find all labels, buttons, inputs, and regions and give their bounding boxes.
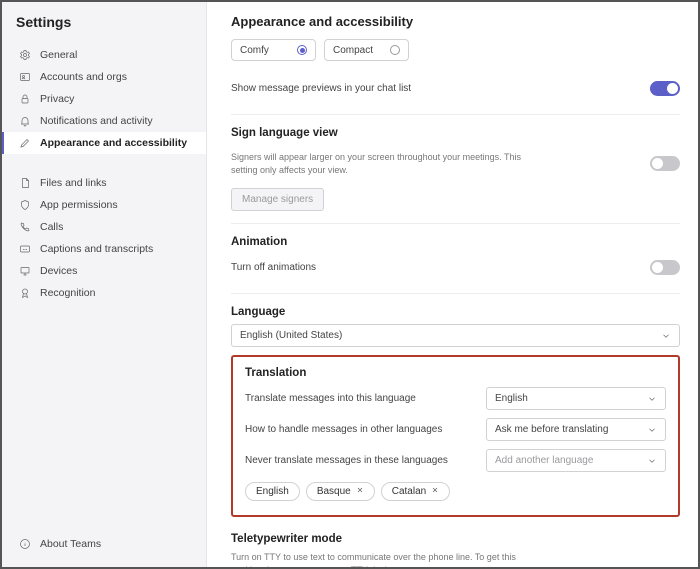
show-previews-toggle[interactable] bbox=[650, 81, 680, 96]
handle-messages-select[interactable]: Ask me before translating bbox=[486, 418, 666, 441]
sidebar-item-label: Accounts and orgs bbox=[40, 71, 127, 83]
animation-heading: Animation bbox=[231, 236, 680, 248]
remove-chip-icon[interactable] bbox=[356, 486, 364, 497]
language-chip-english[interactable]: English bbox=[245, 482, 300, 501]
handle-messages-value: Ask me before translating bbox=[495, 424, 608, 435]
sidebar-item-label: Devices bbox=[40, 265, 77, 277]
card-icon bbox=[18, 70, 32, 84]
bell-icon bbox=[18, 114, 32, 128]
sidebar-item-appearance[interactable]: Appearance and accessibility bbox=[2, 132, 206, 154]
language-value: English (United States) bbox=[240, 330, 342, 341]
sidebar-item-devices[interactable]: Devices bbox=[2, 260, 206, 282]
translate-into-select[interactable]: English bbox=[486, 387, 666, 410]
divider bbox=[231, 223, 680, 224]
divider bbox=[231, 293, 680, 294]
chip-label: Basque bbox=[317, 486, 351, 497]
settings-sidebar: Settings General Accounts and orgs Priva… bbox=[2, 2, 207, 567]
chevron-down-icon bbox=[647, 456, 657, 466]
language-select[interactable]: English (United States) bbox=[231, 324, 680, 347]
manage-signers-button[interactable]: Manage signers bbox=[231, 188, 324, 211]
never-translate-select[interactable]: Add another language bbox=[486, 449, 666, 472]
translation-section: Translation Translate messages into this… bbox=[231, 355, 680, 517]
radio-icon bbox=[390, 45, 400, 55]
sidebar-item-general[interactable]: General bbox=[2, 44, 206, 66]
info-icon bbox=[18, 537, 32, 551]
sidebar-item-label: General bbox=[40, 49, 77, 61]
chip-label: Catalan bbox=[392, 486, 426, 497]
language-chip-catalan[interactable]: Catalan bbox=[381, 482, 450, 501]
sidebar-item-label: App permissions bbox=[40, 199, 118, 211]
chip-label: English bbox=[256, 486, 289, 497]
density-comfy[interactable]: Comfy bbox=[231, 39, 316, 61]
sidebar-item-about[interactable]: About Teams bbox=[2, 533, 206, 555]
sidebar-title: Settings bbox=[2, 14, 206, 40]
sidebar-item-files[interactable]: Files and links bbox=[2, 172, 206, 194]
tty-desc: Turn on TTY to use text to communicate o… bbox=[231, 551, 531, 567]
phone-icon bbox=[18, 220, 32, 234]
badge-icon bbox=[18, 286, 32, 300]
sidebar-item-accounts[interactable]: Accounts and orgs bbox=[2, 66, 206, 88]
never-translate-placeholder: Add another language bbox=[495, 455, 593, 466]
turn-off-animations-label: Turn off animations bbox=[231, 261, 316, 275]
remove-chip-icon[interactable] bbox=[431, 486, 439, 497]
language-heading: Language bbox=[231, 306, 680, 318]
translation-heading: Translation bbox=[245, 367, 666, 379]
translate-into-value: English bbox=[495, 393, 528, 404]
sidebar-item-privacy[interactable]: Privacy bbox=[2, 88, 206, 110]
sidebar-item-captions[interactable]: Captions and transcripts bbox=[2, 238, 206, 260]
sidebar-item-label: Notifications and activity bbox=[40, 115, 153, 127]
sidebar-item-label: About Teams bbox=[40, 538, 101, 550]
handle-messages-label: How to handle messages in other language… bbox=[245, 423, 474, 437]
density-compact[interactable]: Compact bbox=[324, 39, 409, 61]
sidebar-item-notifications[interactable]: Notifications and activity bbox=[2, 110, 206, 132]
shield-icon bbox=[18, 198, 32, 212]
language-chip-basque[interactable]: Basque bbox=[306, 482, 375, 501]
density-label: Comfy bbox=[240, 45, 269, 56]
sign-language-desc: Signers will appear larger on your scree… bbox=[231, 151, 531, 176]
gear-icon bbox=[18, 48, 32, 62]
radio-icon bbox=[297, 45, 307, 55]
sidebar-item-label: Appearance and accessibility bbox=[40, 137, 187, 149]
sidebar-item-label: Calls bbox=[40, 221, 63, 233]
pencil-icon bbox=[18, 136, 32, 150]
lock-icon bbox=[18, 92, 32, 106]
sidebar-item-label: Captions and transcripts bbox=[40, 243, 153, 255]
file-icon bbox=[18, 176, 32, 190]
chevron-down-icon bbox=[647, 425, 657, 435]
translate-into-label: Translate messages into this language bbox=[245, 392, 474, 406]
sign-language-toggle[interactable] bbox=[650, 156, 680, 171]
chevron-down-icon bbox=[661, 331, 671, 341]
sidebar-item-calls[interactable]: Calls bbox=[2, 216, 206, 238]
density-label: Compact bbox=[333, 45, 373, 56]
page-title: Appearance and accessibility bbox=[231, 14, 680, 29]
sidebar-item-label: Privacy bbox=[40, 93, 74, 105]
tty-heading: Teletypewriter mode bbox=[231, 533, 680, 545]
captions-icon bbox=[18, 242, 32, 256]
sign-language-heading: Sign language view bbox=[231, 127, 680, 139]
sidebar-item-label: Files and links bbox=[40, 177, 107, 189]
device-icon bbox=[18, 264, 32, 278]
turn-off-animations-toggle[interactable] bbox=[650, 260, 680, 275]
chevron-down-icon bbox=[647, 394, 657, 404]
sidebar-item-label: Recognition bbox=[40, 287, 95, 299]
divider bbox=[231, 114, 680, 115]
main-content: Appearance and accessibility Comfy Compa… bbox=[207, 2, 698, 567]
sidebar-item-recognition[interactable]: Recognition bbox=[2, 282, 206, 304]
never-translate-label: Never translate messages in these langua… bbox=[245, 454, 474, 468]
show-previews-label: Show message previews in your chat list bbox=[231, 82, 411, 96]
sidebar-item-app-permissions[interactable]: App permissions bbox=[2, 194, 206, 216]
